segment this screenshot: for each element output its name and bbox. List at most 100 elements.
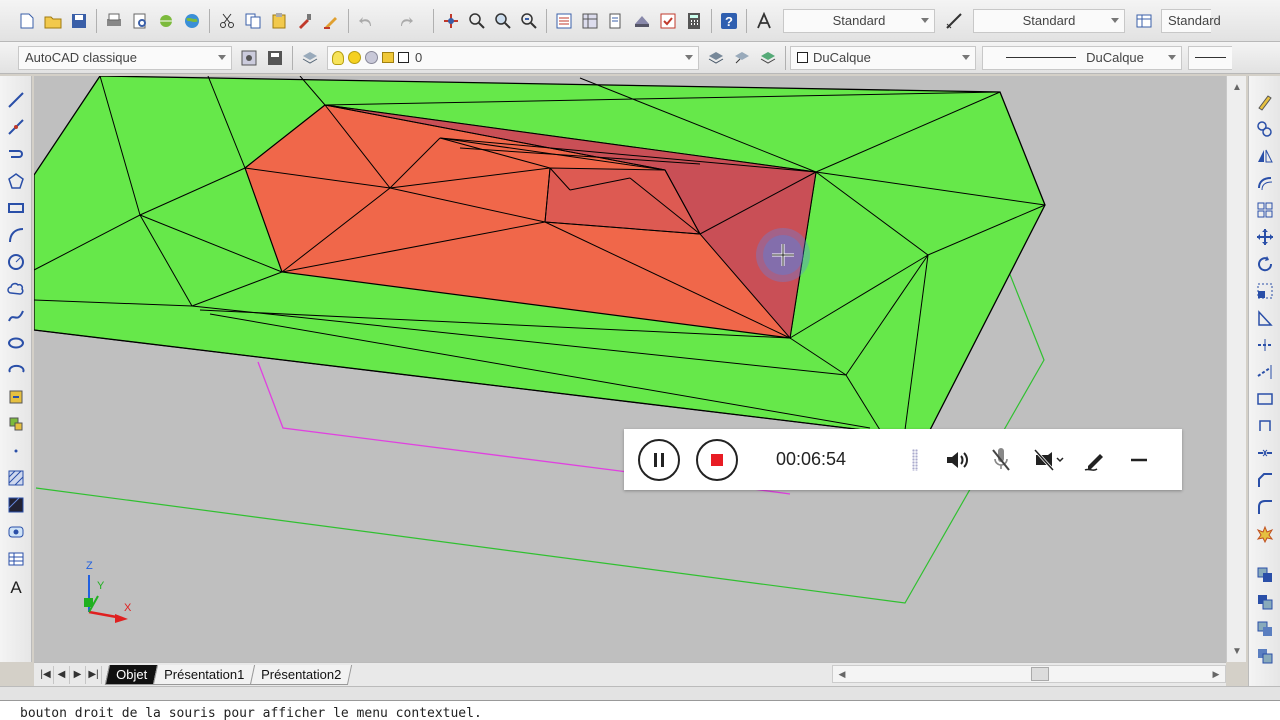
layer-manager-icon[interactable]: [297, 45, 323, 71]
design-center-icon[interactable]: [577, 8, 603, 34]
workspace-save-icon[interactable]: [262, 45, 288, 71]
linetype-select[interactable]: DuCalque: [982, 45, 1182, 70]
match-properties-icon[interactable]: [292, 8, 318, 34]
insert-block-icon[interactable]: [2, 383, 30, 410]
fillet-icon[interactable]: [1251, 493, 1279, 520]
break-at-point-icon[interactable]: [1251, 385, 1279, 412]
last-tab-icon[interactable]: ▶|: [86, 665, 102, 684]
new-file-icon[interactable]: [14, 8, 40, 34]
make-block-icon[interactable]: [2, 410, 30, 437]
previous-tab-icon[interactable]: ◀: [54, 665, 70, 684]
command-window-splitter[interactable]: [0, 686, 1280, 700]
tab-presentation2[interactable]: Présentation2: [250, 664, 353, 685]
zoom-previous-icon[interactable]: [516, 8, 542, 34]
horizontal-scrollbar[interactable]: ◀ ▶: [832, 665, 1226, 683]
paste-icon[interactable]: [266, 8, 292, 34]
circle-icon[interactable]: [2, 248, 30, 275]
point-icon[interactable]: [2, 437, 30, 464]
redo-icon[interactable]: [393, 8, 419, 34]
text-style-icon[interactable]: [751, 8, 777, 34]
stretch-icon[interactable]: [1251, 304, 1279, 331]
multiline-text-icon[interactable]: A: [2, 572, 30, 599]
draworder-under-icon[interactable]: [1251, 642, 1279, 669]
join-icon[interactable]: [1251, 439, 1279, 466]
rectangle-icon[interactable]: [2, 194, 30, 221]
dim-style-icon[interactable]: [941, 8, 967, 34]
scroll-down-icon[interactable]: ▼: [1227, 642, 1247, 660]
layer-previous-icon[interactable]: [729, 45, 755, 71]
tab-presentation1[interactable]: Présentation1: [152, 664, 256, 685]
properties-icon[interactable]: [551, 8, 577, 34]
text-style-select[interactable]: Standard: [783, 8, 935, 33]
print-preview-icon[interactable]: [127, 8, 153, 34]
revision-cloud-icon[interactable]: [2, 275, 30, 302]
block-editor-icon[interactable]: [318, 8, 344, 34]
stop-button[interactable]: [696, 438, 738, 481]
array-icon[interactable]: [1251, 196, 1279, 223]
table-style-icon[interactable]: [1131, 8, 1157, 34]
next-tab-icon[interactable]: ▶: [70, 665, 86, 684]
volume-button[interactable]: [942, 445, 972, 475]
pause-button[interactable]: [638, 438, 680, 481]
workspace-settings-icon[interactable]: [236, 45, 262, 71]
hatch-icon[interactable]: [2, 464, 30, 491]
erase-icon[interactable]: [1251, 88, 1279, 115]
scroll-up-icon[interactable]: ▲: [1227, 78, 1247, 96]
zoom-window-icon[interactable]: [490, 8, 516, 34]
chamfer-icon[interactable]: [1251, 466, 1279, 493]
cut-icon[interactable]: [214, 8, 240, 34]
move-icon[interactable]: [1251, 223, 1279, 250]
sheet-set-icon[interactable]: [629, 8, 655, 34]
vertical-scrollbar[interactable]: ▲ ▼: [1226, 76, 1246, 662]
tool-palettes-icon[interactable]: [603, 8, 629, 34]
scroll-left-icon[interactable]: ◀: [834, 666, 850, 682]
web-icon[interactable]: [179, 8, 205, 34]
make-layer-current-icon[interactable]: [703, 45, 729, 71]
calculator-icon[interactable]: [681, 8, 707, 34]
print-icon[interactable]: [101, 8, 127, 34]
table-style-select[interactable]: Standard: [1161, 8, 1221, 33]
construction-line-icon[interactable]: [2, 113, 30, 140]
extend-icon[interactable]: [1251, 358, 1279, 385]
gradient-icon[interactable]: [2, 491, 30, 518]
mirror-icon[interactable]: [1251, 142, 1279, 169]
publish-icon[interactable]: [153, 8, 179, 34]
arc-icon[interactable]: [2, 221, 30, 248]
microphone-button[interactable]: [986, 445, 1016, 475]
draworder-front-icon[interactable]: [1251, 561, 1279, 588]
horizontal-scroll-thumb[interactable]: [1031, 667, 1049, 681]
minimize-button[interactable]: [1124, 445, 1154, 475]
workspace-select[interactable]: AutoCAD classique: [18, 45, 232, 70]
table-icon[interactable]: [2, 545, 30, 572]
scale-icon[interactable]: [1251, 277, 1279, 304]
line-icon[interactable]: [2, 86, 30, 113]
ellipse-arc-icon[interactable]: [2, 356, 30, 383]
markup-icon[interactable]: [655, 8, 681, 34]
command-line[interactable]: bouton droit de la souris pour afficher …: [0, 700, 1280, 720]
break-icon[interactable]: [1251, 412, 1279, 439]
draworder-above-icon[interactable]: [1251, 615, 1279, 642]
undo-icon[interactable]: [353, 8, 379, 34]
first-tab-icon[interactable]: |◀: [38, 665, 54, 684]
scroll-right-icon[interactable]: ▶: [1208, 666, 1224, 682]
tab-objet[interactable]: Objet: [104, 664, 159, 685]
lineweight-select[interactable]: [1188, 45, 1232, 70]
pan-realtime-icon[interactable]: [438, 8, 464, 34]
explode-icon[interactable]: [1251, 520, 1279, 547]
help-icon[interactable]: ?: [716, 8, 742, 34]
trim-icon[interactable]: [1251, 331, 1279, 358]
ellipse-icon[interactable]: [2, 329, 30, 356]
polygon-icon[interactable]: [2, 167, 30, 194]
draworder-back-icon[interactable]: [1251, 588, 1279, 615]
layer-states-icon[interactable]: [755, 45, 781, 71]
open-file-icon[interactable]: [40, 8, 66, 34]
copy-icon[interactable]: [240, 8, 266, 34]
dim-style-select[interactable]: Standard: [973, 8, 1125, 33]
layer-select[interactable]: 0: [327, 45, 699, 70]
polyline-icon[interactable]: [2, 140, 30, 167]
zoom-realtime-icon[interactable]: [464, 8, 490, 34]
copy-object-icon[interactable]: [1251, 115, 1279, 142]
color-select[interactable]: DuCalque: [790, 45, 976, 70]
annotate-button[interactable]: [1080, 445, 1110, 475]
spline-icon[interactable]: [2, 302, 30, 329]
